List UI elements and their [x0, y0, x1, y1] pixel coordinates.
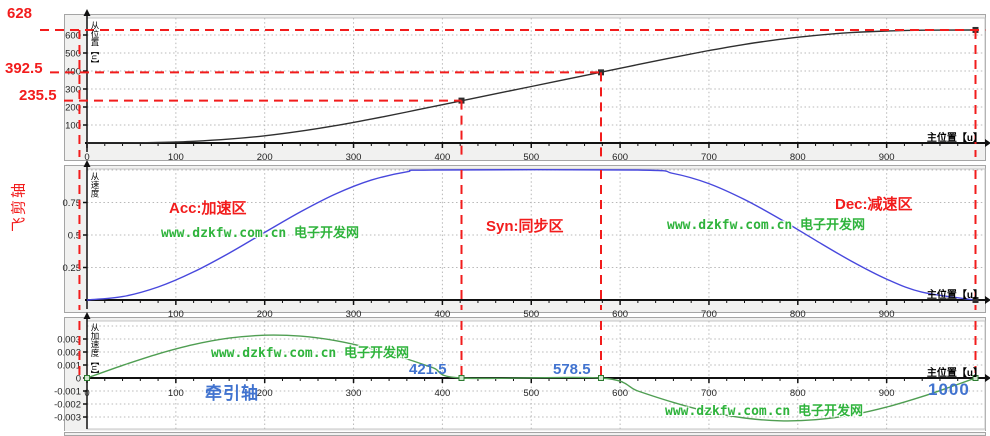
x-axis-title: 主位置【u】	[927, 364, 983, 379]
next-panel-edge	[64, 432, 986, 436]
motion-profile-screen: 0100200300400500600700800900100200300400…	[0, 0, 990, 436]
ref-value-628: 628	[7, 5, 32, 22]
x-axis-title: 主位置【u】	[927, 129, 983, 144]
syn-zone-label: Syn:同步区	[486, 215, 564, 236]
y-axis-title: 从加速度【u】	[90, 323, 100, 379]
sync-start-value: 421.5	[409, 361, 447, 378]
watermark-velocity-right: www.dzkfw.com.cn 电子开发网	[667, 214, 865, 233]
flying-shear-axis-label: 飞剪轴	[8, 177, 29, 237]
watermark-accel-left: www.dzkfw.com.cn 电子开发网	[211, 342, 409, 361]
position-plot-panel	[64, 14, 986, 161]
ref-value-235.5: 235.5	[19, 87, 57, 104]
ref-value-392.5: 392.5	[5, 60, 43, 77]
dec-zone-label: Dec:减速区	[835, 193, 913, 214]
acc-zone-label: Acc:加速区	[169, 197, 247, 218]
sync-end-value: 578.5	[553, 361, 591, 378]
watermark-accel-right: www.dzkfw.com.cn 电子开发网	[665, 400, 863, 419]
x-axis-title: 主位置【u】	[927, 286, 983, 301]
watermark-velocity-left: www.dzkfw.com.cn 电子开发网	[161, 222, 359, 241]
y-axis-title: 从速度	[90, 172, 100, 198]
cycle-end-value: 1000	[928, 380, 970, 400]
traction-axis-label: 牵引轴	[205, 379, 259, 404]
y-axis-title: 从位置【u】	[90, 21, 100, 68]
